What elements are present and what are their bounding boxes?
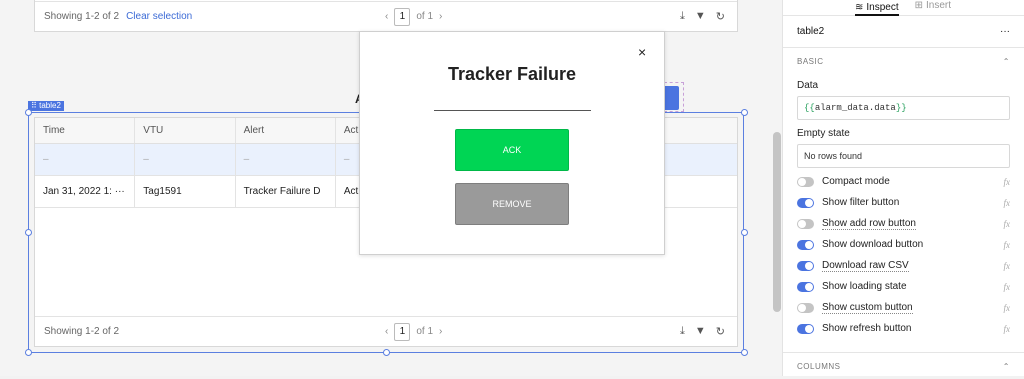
resize-handle-r[interactable] xyxy=(741,229,748,236)
toggle-row-compact-mode: Compact mode fx xyxy=(783,171,1024,192)
prev-page-icon[interactable]: ‹ xyxy=(385,11,388,22)
canvas-scrollbar-thumb[interactable] xyxy=(773,132,781,312)
fx-icon[interactable]: fx xyxy=(1004,303,1011,313)
download-icon[interactable]: ⤓ xyxy=(680,325,685,338)
layers-icon: ≋ xyxy=(855,1,864,13)
basic-section-header[interactable]: BASIC ⌃ xyxy=(783,48,1024,74)
empty-state-field[interactable]: No rows found xyxy=(797,144,1010,168)
toggle-row-add-row-button: Show add row button fx xyxy=(783,213,1024,234)
resize-handle-tl[interactable] xyxy=(25,109,32,116)
toggle-switch[interactable] xyxy=(797,176,814,187)
columns-section-header[interactable]: COLUMNS ⌃ xyxy=(783,353,1024,379)
fx-icon[interactable]: fx xyxy=(1004,198,1011,208)
component-name[interactable]: table2 xyxy=(797,26,824,37)
table-cell: – xyxy=(35,144,136,175)
next-page-icon[interactable]: › xyxy=(439,326,442,337)
empty-state-label: Empty state xyxy=(797,128,850,139)
clear-selection-link[interactable]: Clear selection xyxy=(126,11,192,22)
modal-title: Tracker Failure xyxy=(447,64,577,84)
next-page-icon[interactable]: › xyxy=(439,11,442,22)
chevron-up-icon: ⌃ xyxy=(1002,56,1010,66)
toggle-switch[interactable] xyxy=(797,197,814,208)
resize-handle-b[interactable] xyxy=(383,349,390,356)
table2-footer: Showing 1-2 of 2 ‹ 1 of 1 › ⤓ ▼ ↻ xyxy=(35,316,737,346)
table-cell: – xyxy=(236,144,336,175)
fx-icon[interactable]: fx xyxy=(1004,240,1011,250)
toggle-switch[interactable] xyxy=(797,281,814,292)
table1: Showing 1-2 of 2 Clear selection ‹ 1 of … xyxy=(34,0,738,32)
drag-handle-icon: ⠿ xyxy=(31,101,37,110)
toggle-switch[interactable] xyxy=(797,239,814,250)
page-count: of 1 xyxy=(416,11,434,22)
table1-pagination: ‹ 1 of 1 › xyxy=(385,7,442,26)
toggle-list: Compact mode fx Show filter button fx Show… xyxy=(783,171,1024,339)
resize-handle-br[interactable] xyxy=(741,349,748,356)
column-header-time[interactable]: Time xyxy=(35,118,136,143)
column-header-alert[interactable]: Alert xyxy=(236,118,336,143)
fx-icon[interactable]: fx xyxy=(1004,324,1011,334)
filter-icon[interactable]: ▼ xyxy=(695,10,706,23)
fx-icon[interactable]: fx xyxy=(1004,261,1011,271)
toggle-row-download-raw-csv: Download raw CSV fx xyxy=(783,255,1024,276)
data-label: Data xyxy=(797,80,819,91)
row-menu-icon[interactable]: ··· xyxy=(115,186,125,197)
chevron-up-icon: ⌃ xyxy=(1002,361,1010,371)
page-number-input[interactable]: 1 xyxy=(394,7,411,26)
tab-inspect[interactable]: ≋ Inspect xyxy=(855,0,899,16)
table-cell: – xyxy=(135,144,236,175)
column-header-vtu[interactable]: VTU xyxy=(135,118,236,143)
filter-icon[interactable]: ▼ xyxy=(695,325,706,338)
table1-showing: Showing 1-2 of 2 xyxy=(44,11,120,22)
page-count: of 1 xyxy=(416,326,434,337)
data-field[interactable]: {{ alarm_data.data }} xyxy=(797,96,1010,120)
resize-handle-bl[interactable] xyxy=(25,349,32,356)
tracker-failure-modal: × Tracker Failure ACK REMOVE xyxy=(359,31,665,255)
table-cell: Tracker Failure D xyxy=(236,176,336,207)
prev-page-icon[interactable]: ‹ xyxy=(385,326,388,337)
table2-toolbar: ⤓ ▼ ↻ xyxy=(680,325,725,338)
selected-component-tag[interactable]: ⠿ table2 xyxy=(28,101,64,111)
fx-icon[interactable]: fx xyxy=(1004,177,1011,187)
remove-button[interactable]: REMOVE xyxy=(455,183,569,225)
refresh-icon[interactable]: ↻ xyxy=(716,10,725,23)
toggle-row-filter-button: Show filter button fx xyxy=(783,192,1024,213)
title-divider xyxy=(434,110,591,111)
tab-insert[interactable]: ⊞ Insert xyxy=(915,0,951,11)
toggle-switch[interactable] xyxy=(797,260,814,271)
toggle-switch[interactable] xyxy=(797,218,814,229)
section-title: BASIC xyxy=(797,56,824,66)
panel-tabs: ≋ Inspect ⊞ Insert xyxy=(783,0,1024,16)
inspector-panel: ≋ Inspect ⊞ Insert table2 ··· BASIC ⌃ Data… xyxy=(782,0,1024,376)
close-icon[interactable]: × xyxy=(638,44,646,60)
resize-handle-l[interactable] xyxy=(25,229,32,236)
download-icon[interactable]: ⤓ xyxy=(680,10,685,23)
toggle-row-download-button: Show download button fx xyxy=(783,234,1024,255)
table-cell: Tag1591 xyxy=(135,176,236,207)
toggle-switch[interactable] xyxy=(797,302,814,313)
fx-icon[interactable]: fx xyxy=(1004,219,1011,229)
editor-canvas: Showing 1-2 of 2 Clear selection ‹ 1 of … xyxy=(0,0,780,376)
toggle-row-loading-state: Show loading state fx xyxy=(783,276,1024,297)
refresh-icon[interactable]: ↻ xyxy=(716,325,725,338)
table1-toolbar: ⤓ ▼ ↻ xyxy=(680,10,725,23)
fx-icon[interactable]: fx xyxy=(1004,282,1011,292)
toggle-switch[interactable] xyxy=(797,323,814,334)
table1-footer: Showing 1-2 of 2 Clear selection ‹ 1 of … xyxy=(35,1,737,31)
columns-section: COLUMNS ⌃ xyxy=(783,352,1024,379)
more-options-icon[interactable]: ··· xyxy=(1000,26,1010,37)
section-title: COLUMNS xyxy=(797,361,841,371)
table2-pagination: ‹ 1 of 1 › xyxy=(385,322,442,341)
toggle-row-refresh-button: Show refresh button fx xyxy=(783,318,1024,339)
component-name-row: table2 ··· xyxy=(783,16,1024,48)
ack-button[interactable]: ACK xyxy=(455,129,569,171)
page-number-input[interactable]: 1 xyxy=(394,322,411,341)
insert-icon: ⊞ xyxy=(914,0,924,11)
toggle-row-custom-button: Show custom button fx xyxy=(783,297,1024,318)
resize-handle-tr[interactable] xyxy=(741,109,748,116)
table-cell: Jan 31, 2022 1: ··· xyxy=(35,176,136,207)
table2-showing: Showing 1-2 of 2 xyxy=(44,326,120,337)
